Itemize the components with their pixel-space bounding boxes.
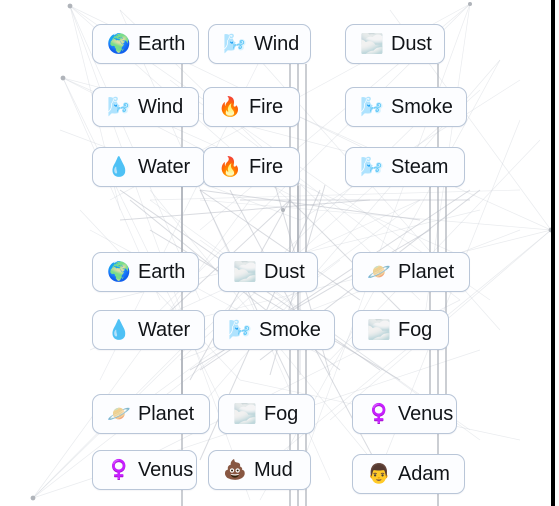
element-card-planet-2[interactable]: 🪐 Planet bbox=[92, 394, 210, 434]
element-card-mud-1[interactable]: 💩 Mud bbox=[208, 450, 311, 490]
ringed-planet-icon: 🪐 bbox=[107, 403, 131, 425]
fog-icon: 🌫️ bbox=[360, 33, 384, 55]
element-card-label: Dust bbox=[264, 260, 305, 283]
fog-icon: 🌫️ bbox=[233, 403, 257, 425]
element-card-steam-1[interactable]: 🌬️ Steam bbox=[345, 147, 465, 187]
wind-face-icon: 🌬️ bbox=[360, 156, 384, 178]
ringed-planet-icon: 🪐 bbox=[367, 261, 391, 283]
element-card-fog-1[interactable]: 🌫️ Fog bbox=[352, 310, 449, 350]
globe-showing-europe-africa-icon: 🌍 bbox=[107, 261, 131, 283]
element-card-label: Water bbox=[138, 318, 191, 341]
element-card-label: Fire bbox=[249, 155, 284, 178]
element-card-label: Wind bbox=[254, 32, 300, 55]
graph-node-dot bbox=[30, 495, 36, 501]
globe-showing-europe-africa-icon: 🌍 bbox=[107, 33, 131, 55]
element-card-wind-1[interactable]: 🌬️ Wind bbox=[208, 24, 311, 64]
element-card-label: Fog bbox=[264, 402, 299, 425]
graph-node-dot bbox=[67, 3, 73, 9]
element-card-planet-1[interactable]: 🪐 Planet bbox=[352, 252, 470, 292]
element-card-earth-1[interactable]: 🌍 Earth bbox=[92, 24, 199, 64]
element-card-label: Planet bbox=[138, 402, 195, 425]
graph-node-dot bbox=[468, 2, 472, 6]
element-card-label: Water bbox=[138, 155, 191, 178]
element-card-label: Wind bbox=[138, 95, 184, 118]
element-card-label: Planet bbox=[398, 260, 455, 283]
element-card-label: Earth bbox=[138, 32, 186, 55]
fog-icon: 🌫️ bbox=[367, 319, 391, 341]
element-card-fire-1[interactable]: 🔥 Fire bbox=[203, 87, 300, 127]
man-icon: 👨 bbox=[367, 463, 391, 485]
wind-face-icon: 🌬️ bbox=[360, 96, 384, 118]
element-card-smoke-1[interactable]: 🌬️ Smoke bbox=[345, 87, 467, 127]
infinite-craft-graph-canvas[interactable]: 🌍 Earth 🌬️ Wind 🌫️ Dust 🌬️ Wind 🔥 Fire 🌬️ Smoke 💧 Wat… bbox=[0, 0, 559, 506]
element-card-venus-2[interactable]: ♀️ Venus bbox=[92, 450, 197, 490]
graph-node-dot bbox=[281, 208, 285, 212]
element-card-fire-2[interactable]: 🔥 Fire bbox=[203, 147, 300, 187]
element-card-label: Smoke bbox=[391, 95, 453, 118]
element-card-label: Mud bbox=[254, 458, 293, 481]
fire-icon: 🔥 bbox=[218, 156, 242, 178]
droplet-icon: 💧 bbox=[107, 156, 131, 178]
wind-face-icon: 🌬️ bbox=[228, 319, 252, 341]
element-card-label: Fog bbox=[398, 318, 433, 341]
element-card-smoke-2[interactable]: 🌬️ Smoke bbox=[213, 310, 335, 350]
female-sign-icon: ♀️ bbox=[367, 403, 391, 425]
element-card-fog-2[interactable]: 🌫️ Fog bbox=[218, 394, 315, 434]
element-card-label: Earth bbox=[138, 260, 186, 283]
female-sign-icon: ♀️ bbox=[107, 459, 131, 481]
wind-face-icon: 🌬️ bbox=[223, 33, 247, 55]
element-card-water-1[interactable]: 💧 Water bbox=[92, 147, 205, 187]
element-card-label: Dust bbox=[391, 32, 432, 55]
graph-node-dot bbox=[60, 75, 66, 81]
element-card-label: Adam bbox=[398, 462, 450, 485]
fire-icon: 🔥 bbox=[218, 96, 242, 118]
droplet-icon: 💧 bbox=[107, 319, 131, 341]
element-card-dust-2[interactable]: 🌫️ Dust bbox=[218, 252, 318, 292]
wind-face-icon: 🌬️ bbox=[107, 96, 131, 118]
element-card-label: Smoke bbox=[259, 318, 321, 341]
fog-icon: 🌫️ bbox=[233, 261, 257, 283]
element-card-adam-1[interactable]: 👨 Adam bbox=[352, 454, 465, 494]
element-card-label: Steam bbox=[391, 155, 449, 178]
pile-of-poo-icon: 💩 bbox=[223, 459, 247, 481]
element-card-dust-1[interactable]: 🌫️ Dust bbox=[345, 24, 445, 64]
element-card-wind-2[interactable]: 🌬️ Wind bbox=[92, 87, 199, 127]
right-edge-rail bbox=[551, 0, 555, 506]
element-card-venus-1[interactable]: ♀️ Venus bbox=[352, 394, 457, 434]
element-card-label: Fire bbox=[249, 95, 284, 118]
element-card-water-2[interactable]: 💧 Water bbox=[92, 310, 205, 350]
element-card-label: Venus bbox=[398, 402, 454, 425]
element-card-label: Venus bbox=[138, 458, 194, 481]
element-card-earth-2[interactable]: 🌍 Earth bbox=[92, 252, 199, 292]
